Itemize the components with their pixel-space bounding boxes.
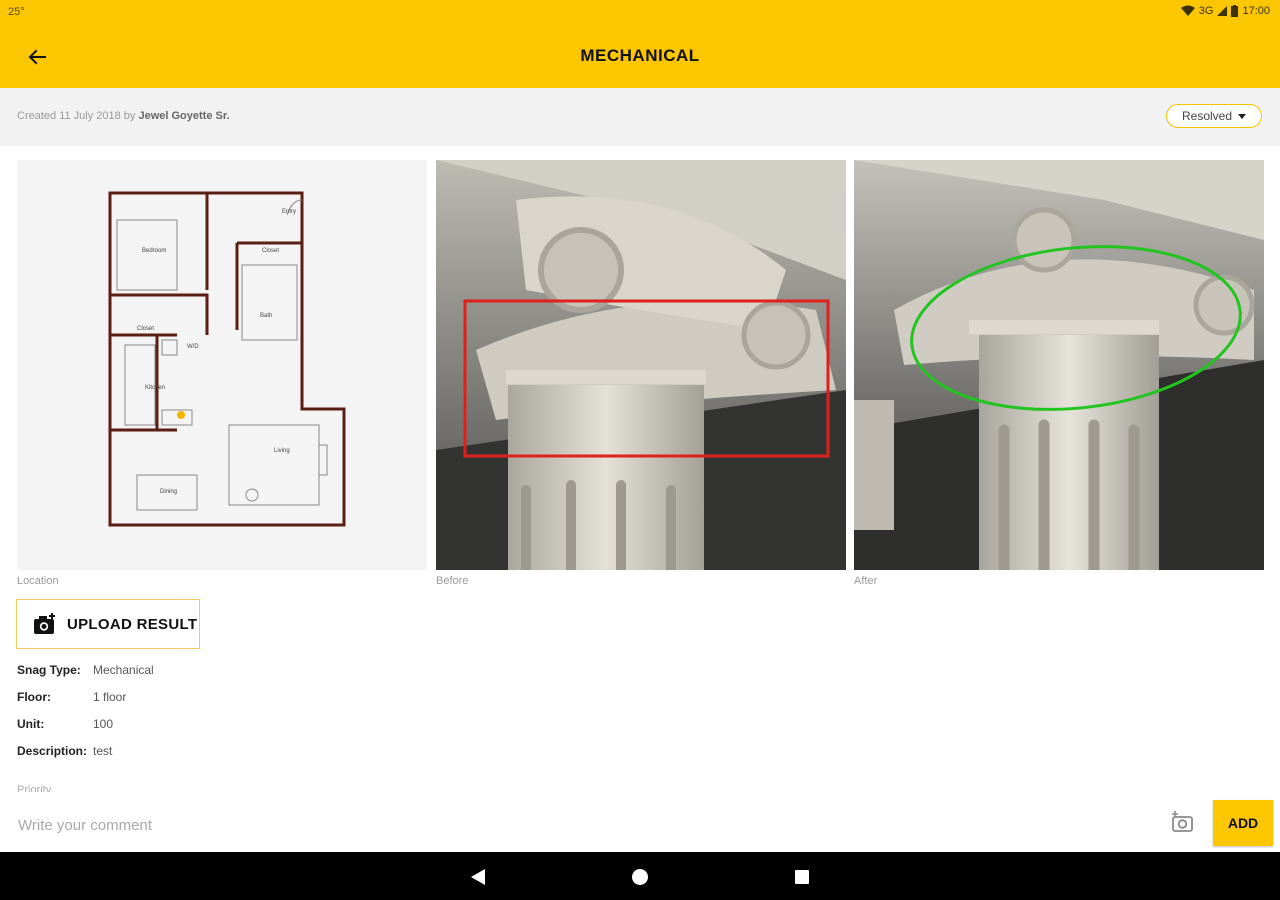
nav-home-button[interactable] bbox=[629, 866, 651, 888]
status-dropdown[interactable]: Resolved bbox=[1166, 104, 1262, 128]
comment-input[interactable] bbox=[16, 812, 1120, 838]
attach-photo-button[interactable] bbox=[1170, 810, 1198, 838]
status-bar: 25° 3G 17:00 bbox=[0, 0, 1280, 26]
location-image[interactable]: Entry Bedroom Closet Closet Bath W/D Kit… bbox=[17, 160, 427, 570]
floorplan-wd: W/D bbox=[187, 344, 199, 350]
after-caption: After bbox=[854, 575, 878, 587]
add-photo-icon bbox=[1172, 811, 1193, 832]
before-image[interactable] bbox=[436, 160, 846, 570]
detail-key: Description: bbox=[17, 744, 88, 758]
circle-home-icon bbox=[632, 869, 648, 885]
created-prefix: Created 11 July 2018 by bbox=[17, 110, 139, 122]
floorplan-closet-2: Closet bbox=[137, 326, 154, 332]
detail-value: 100 bbox=[93, 717, 114, 731]
detail-key: Floor: bbox=[17, 690, 51, 704]
battery-icon bbox=[1231, 5, 1239, 17]
page-title: MECHANICAL bbox=[580, 46, 700, 65]
triangle-back-icon bbox=[471, 869, 485, 885]
created-by: Jewel Goyette Sr. bbox=[138, 110, 230, 122]
column-photo-before bbox=[436, 160, 846, 570]
location-caption: Location bbox=[17, 575, 59, 587]
floorplan-entry: Entry bbox=[282, 209, 296, 215]
detail-value: test bbox=[93, 744, 113, 758]
floorplan-dining: Dining bbox=[160, 489, 177, 495]
caret-down-icon bbox=[1238, 113, 1247, 119]
after-image[interactable] bbox=[854, 160, 1264, 570]
detail-value: Mechanical bbox=[93, 663, 154, 677]
upload-result-button[interactable]: UPLOAD RESULT bbox=[16, 599, 200, 649]
detail-value: 1 floor bbox=[93, 690, 127, 704]
app-bar: MECHANICAL bbox=[0, 26, 1280, 88]
network-label: 3G bbox=[1198, 5, 1214, 17]
clock: 17:00 bbox=[1242, 5, 1270, 17]
before-caption: Before bbox=[436, 575, 469, 587]
floorplan-living: Living bbox=[274, 448, 290, 454]
floorplan-bath: Bath bbox=[260, 313, 272, 319]
detail-key: Snag Type: bbox=[17, 663, 81, 677]
meta-bar: Created 11 July 2018 by Jewel Goyette Sr… bbox=[0, 88, 1280, 146]
status-value: Resolved bbox=[1181, 109, 1233, 123]
floor-plan: Entry Bedroom Closet Closet Bath W/D Kit… bbox=[17, 160, 427, 570]
square-recents-icon bbox=[795, 870, 809, 884]
add-photo-icon bbox=[34, 613, 55, 634]
status-icons: 3G 17:00 bbox=[1180, 5, 1270, 17]
created-info: Created 11 July 2018 by Jewel Goyette Sr… bbox=[17, 110, 230, 122]
nav-recents-button[interactable] bbox=[791, 866, 813, 888]
column-photo-after bbox=[854, 160, 1264, 570]
upload-result-label: UPLOAD RESULT bbox=[67, 615, 198, 633]
detail-key: Unit: bbox=[17, 717, 45, 731]
floorplan-bedroom: Bedroom bbox=[142, 248, 166, 254]
wifi-icon bbox=[1180, 5, 1195, 16]
detail-priority-partial: Priority bbox=[17, 784, 52, 792]
nav-back-button[interactable] bbox=[468, 866, 490, 888]
status-temperature: 25° bbox=[8, 6, 25, 18]
floorplan-kitchen: Kitchen bbox=[145, 385, 165, 391]
add-comment-button[interactable]: ADD bbox=[1213, 800, 1273, 846]
floorplan-closet-1: Closet bbox=[262, 248, 279, 254]
system-nav-bar bbox=[0, 852, 1280, 900]
signal-icon bbox=[1217, 6, 1228, 16]
